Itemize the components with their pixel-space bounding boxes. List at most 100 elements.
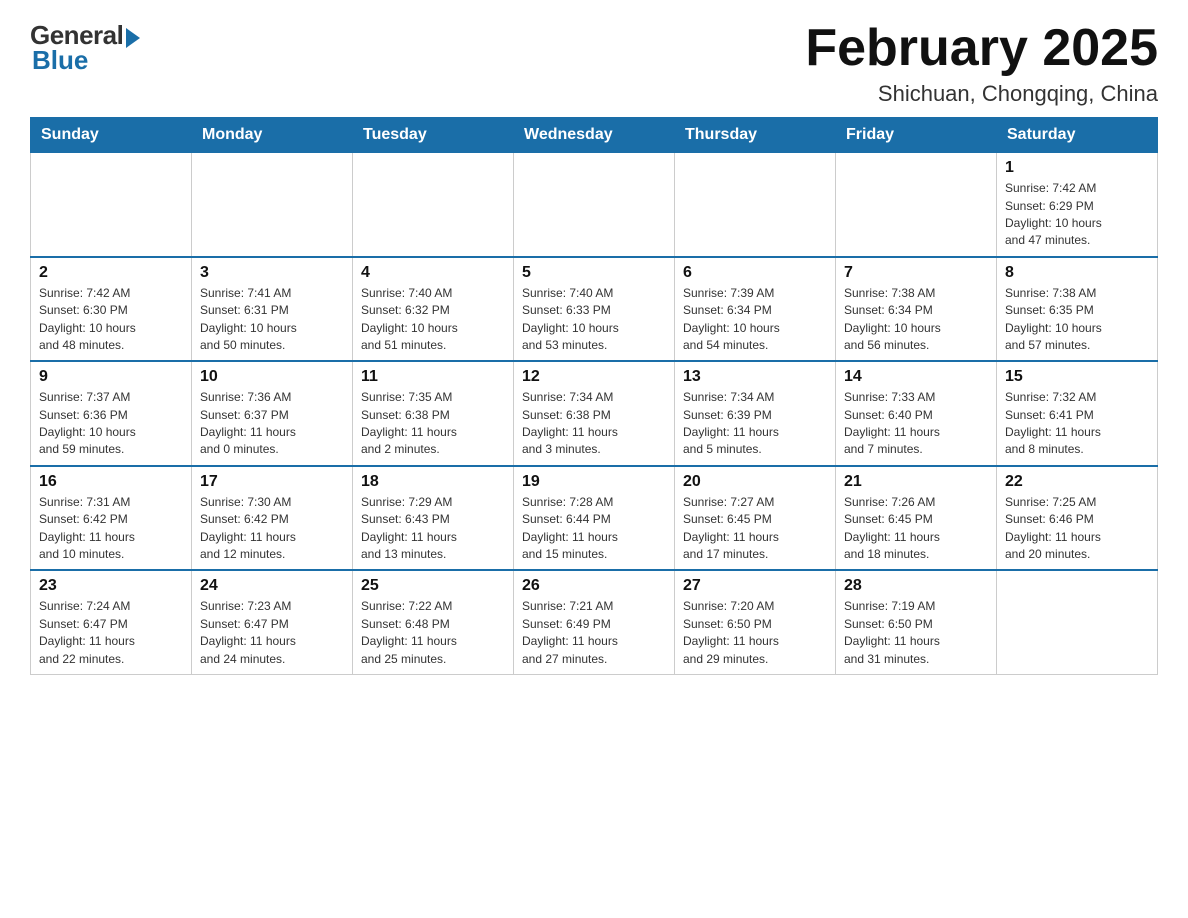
- day-number: 25: [361, 577, 505, 595]
- day-number: 9: [39, 368, 183, 386]
- day-number: 5: [522, 264, 666, 282]
- calendar-day-cell: 5 Sunrise: 7:40 AMSunset: 6:33 PMDaylight…: [514, 257, 675, 362]
- day-info: Sunrise: 7:22 AMSunset: 6:48 PMDaylight:…: [361, 598, 505, 668]
- day-info: Sunrise: 7:20 AMSunset: 6:50 PMDaylight:…: [683, 598, 827, 668]
- day-number: 1: [1005, 159, 1149, 177]
- calendar-day-cell: 19Sunrise: 7:28 AMSunset: 6:44 PMDayligh…: [514, 466, 675, 571]
- calendar-day-cell: 7 Sunrise: 7:38 AMSunset: 6:34 PMDaylight…: [836, 257, 997, 362]
- logo-blue-text: Blue: [32, 45, 88, 76]
- day-info: Sunrise: 7:25 AMSunset: 6:46 PMDaylight:…: [1005, 494, 1149, 564]
- calendar-day-cell: 25 Sunrise: 7:22 AMSunset: 6:48 PMDayligh…: [353, 570, 514, 674]
- day-info: Sunrise: 7:27 AMSunset: 6:45 PMDaylight:…: [683, 494, 827, 564]
- calendar-day-cell: [353, 153, 514, 257]
- calendar-day-header: Sunday: [31, 118, 192, 153]
- day-info: Sunrise: 7:26 AMSunset: 6:45 PMDaylight:…: [844, 494, 988, 564]
- day-number: 17: [200, 473, 344, 491]
- day-number: 22: [1005, 473, 1149, 491]
- day-number: 24: [200, 577, 344, 595]
- day-info: Sunrise: 7:19 AMSunset: 6:50 PMDaylight:…: [844, 598, 988, 668]
- calendar-day-cell: 28 Sunrise: 7:19 AMSunset: 6:50 PMDayligh…: [836, 570, 997, 674]
- day-number: 27: [683, 577, 827, 595]
- calendar-day-header: Saturday: [997, 118, 1158, 153]
- day-number: 26: [522, 577, 666, 595]
- day-info: Sunrise: 7:40 AMSunset: 6:33 PMDaylight:…: [522, 285, 666, 355]
- calendar-day-header: Friday: [836, 118, 997, 153]
- calendar-day-cell: 8Sunrise: 7:38 AMSunset: 6:35 PMDaylight…: [997, 257, 1158, 362]
- calendar-day-cell: 22 Sunrise: 7:25 AMSunset: 6:46 PMDayligh…: [997, 466, 1158, 571]
- calendar-day-cell: 13Sunrise: 7:34 AMSunset: 6:39 PMDayligh…: [675, 361, 836, 466]
- day-info: Sunrise: 7:39 AMSunset: 6:34 PMDaylight:…: [683, 285, 827, 355]
- day-info: Sunrise: 7:33 AMSunset: 6:40 PMDaylight:…: [844, 389, 988, 459]
- day-info: Sunrise: 7:37 AMSunset: 6:36 PMDaylight:…: [39, 389, 183, 459]
- calendar-day-cell: [31, 153, 192, 257]
- day-info: Sunrise: 7:34 AMSunset: 6:38 PMDaylight:…: [522, 389, 666, 459]
- day-info: Sunrise: 7:30 AMSunset: 6:42 PMDaylight:…: [200, 494, 344, 564]
- calendar-day-cell: [675, 153, 836, 257]
- calendar-day-cell: [997, 570, 1158, 674]
- page-header: General Blue February 2025 Shichuan, Cho…: [30, 20, 1158, 107]
- day-number: 23: [39, 577, 183, 595]
- calendar-week-row: 1 Sunrise: 7:42 AMSunset: 6:29 PMDaylight…: [31, 153, 1158, 257]
- calendar-day-cell: 16 Sunrise: 7:31 AMSunset: 6:42 PMDayligh…: [31, 466, 192, 571]
- day-info: Sunrise: 7:21 AMSunset: 6:49 PMDaylight:…: [522, 598, 666, 668]
- calendar-day-cell: 14 Sunrise: 7:33 AMSunset: 6:40 PMDayligh…: [836, 361, 997, 466]
- calendar-day-cell: 3 Sunrise: 7:41 AMSunset: 6:31 PMDaylight…: [192, 257, 353, 362]
- day-info: Sunrise: 7:29 AMSunset: 6:43 PMDaylight:…: [361, 494, 505, 564]
- calendar-week-row: 9 Sunrise: 7:37 AMSunset: 6:36 PMDaylight…: [31, 361, 1158, 466]
- calendar-day-cell: 1 Sunrise: 7:42 AMSunset: 6:29 PMDaylight…: [997, 153, 1158, 257]
- day-number: 15: [1005, 368, 1149, 386]
- day-info: Sunrise: 7:35 AMSunset: 6:38 PMDaylight:…: [361, 389, 505, 459]
- calendar-day-cell: [192, 153, 353, 257]
- calendar-day-cell: 2 Sunrise: 7:42 AMSunset: 6:30 PMDaylight…: [31, 257, 192, 362]
- day-info: Sunrise: 7:24 AMSunset: 6:47 PMDaylight:…: [39, 598, 183, 668]
- day-number: 16: [39, 473, 183, 491]
- logo-arrow-icon: [126, 28, 140, 48]
- calendar-day-header: Thursday: [675, 118, 836, 153]
- main-title: February 2025: [805, 20, 1158, 77]
- title-block: February 2025 Shichuan, Chongqing, China: [805, 20, 1158, 107]
- day-info: Sunrise: 7:41 AMSunset: 6:31 PMDaylight:…: [200, 285, 344, 355]
- day-info: Sunrise: 7:42 AMSunset: 6:29 PMDaylight:…: [1005, 180, 1149, 250]
- day-info: Sunrise: 7:32 AMSunset: 6:41 PMDaylight:…: [1005, 389, 1149, 459]
- day-number: 11: [361, 368, 505, 386]
- day-number: 2: [39, 264, 183, 282]
- calendar-day-cell: 26 Sunrise: 7:21 AMSunset: 6:49 PMDayligh…: [514, 570, 675, 674]
- calendar-day-cell: 20 Sunrise: 7:27 AMSunset: 6:45 PMDayligh…: [675, 466, 836, 571]
- calendar-header-row: SundayMondayTuesdayWednesdayThursdayFrid…: [31, 118, 1158, 153]
- calendar-day-cell: [514, 153, 675, 257]
- calendar-day-cell: 23 Sunrise: 7:24 AMSunset: 6:47 PMDayligh…: [31, 570, 192, 674]
- logo: General Blue: [30, 20, 140, 76]
- calendar-table: SundayMondayTuesdayWednesdayThursdayFrid…: [30, 117, 1158, 675]
- calendar-day-cell: [836, 153, 997, 257]
- calendar-day-cell: 17 Sunrise: 7:30 AMSunset: 6:42 PMDayligh…: [192, 466, 353, 571]
- calendar-day-header: Monday: [192, 118, 353, 153]
- day-info: Sunrise: 7:42 AMSunset: 6:30 PMDaylight:…: [39, 285, 183, 355]
- day-number: 21: [844, 473, 988, 491]
- day-number: 4: [361, 264, 505, 282]
- day-number: 14: [844, 368, 988, 386]
- calendar-day-cell: 4 Sunrise: 7:40 AMSunset: 6:32 PMDaylight…: [353, 257, 514, 362]
- calendar-day-cell: 24Sunrise: 7:23 AMSunset: 6:47 PMDayligh…: [192, 570, 353, 674]
- calendar-day-cell: 21 Sunrise: 7:26 AMSunset: 6:45 PMDayligh…: [836, 466, 997, 571]
- day-info: Sunrise: 7:40 AMSunset: 6:32 PMDaylight:…: [361, 285, 505, 355]
- day-number: 7: [844, 264, 988, 282]
- calendar-day-cell: 12Sunrise: 7:34 AMSunset: 6:38 PMDayligh…: [514, 361, 675, 466]
- day-info: Sunrise: 7:34 AMSunset: 6:39 PMDaylight:…: [683, 389, 827, 459]
- day-info: Sunrise: 7:36 AMSunset: 6:37 PMDaylight:…: [200, 389, 344, 459]
- day-number: 28: [844, 577, 988, 595]
- calendar-day-cell: 9 Sunrise: 7:37 AMSunset: 6:36 PMDaylight…: [31, 361, 192, 466]
- calendar-day-cell: 27 Sunrise: 7:20 AMSunset: 6:50 PMDayligh…: [675, 570, 836, 674]
- day-info: Sunrise: 7:31 AMSunset: 6:42 PMDaylight:…: [39, 494, 183, 564]
- calendar-week-row: 23 Sunrise: 7:24 AMSunset: 6:47 PMDayligh…: [31, 570, 1158, 674]
- calendar-day-cell: 18Sunrise: 7:29 AMSunset: 6:43 PMDayligh…: [353, 466, 514, 571]
- calendar-week-row: 16 Sunrise: 7:31 AMSunset: 6:42 PMDayligh…: [31, 466, 1158, 571]
- calendar-day-cell: 6Sunrise: 7:39 AMSunset: 6:34 PMDaylight…: [675, 257, 836, 362]
- day-info: Sunrise: 7:38 AMSunset: 6:35 PMDaylight:…: [1005, 285, 1149, 355]
- day-info: Sunrise: 7:38 AMSunset: 6:34 PMDaylight:…: [844, 285, 988, 355]
- calendar-day-header: Wednesday: [514, 118, 675, 153]
- calendar-day-cell: 10Sunrise: 7:36 AMSunset: 6:37 PMDayligh…: [192, 361, 353, 466]
- day-number: 3: [200, 264, 344, 282]
- calendar-week-row: 2 Sunrise: 7:42 AMSunset: 6:30 PMDaylight…: [31, 257, 1158, 362]
- day-number: 20: [683, 473, 827, 491]
- day-number: 19: [522, 473, 666, 491]
